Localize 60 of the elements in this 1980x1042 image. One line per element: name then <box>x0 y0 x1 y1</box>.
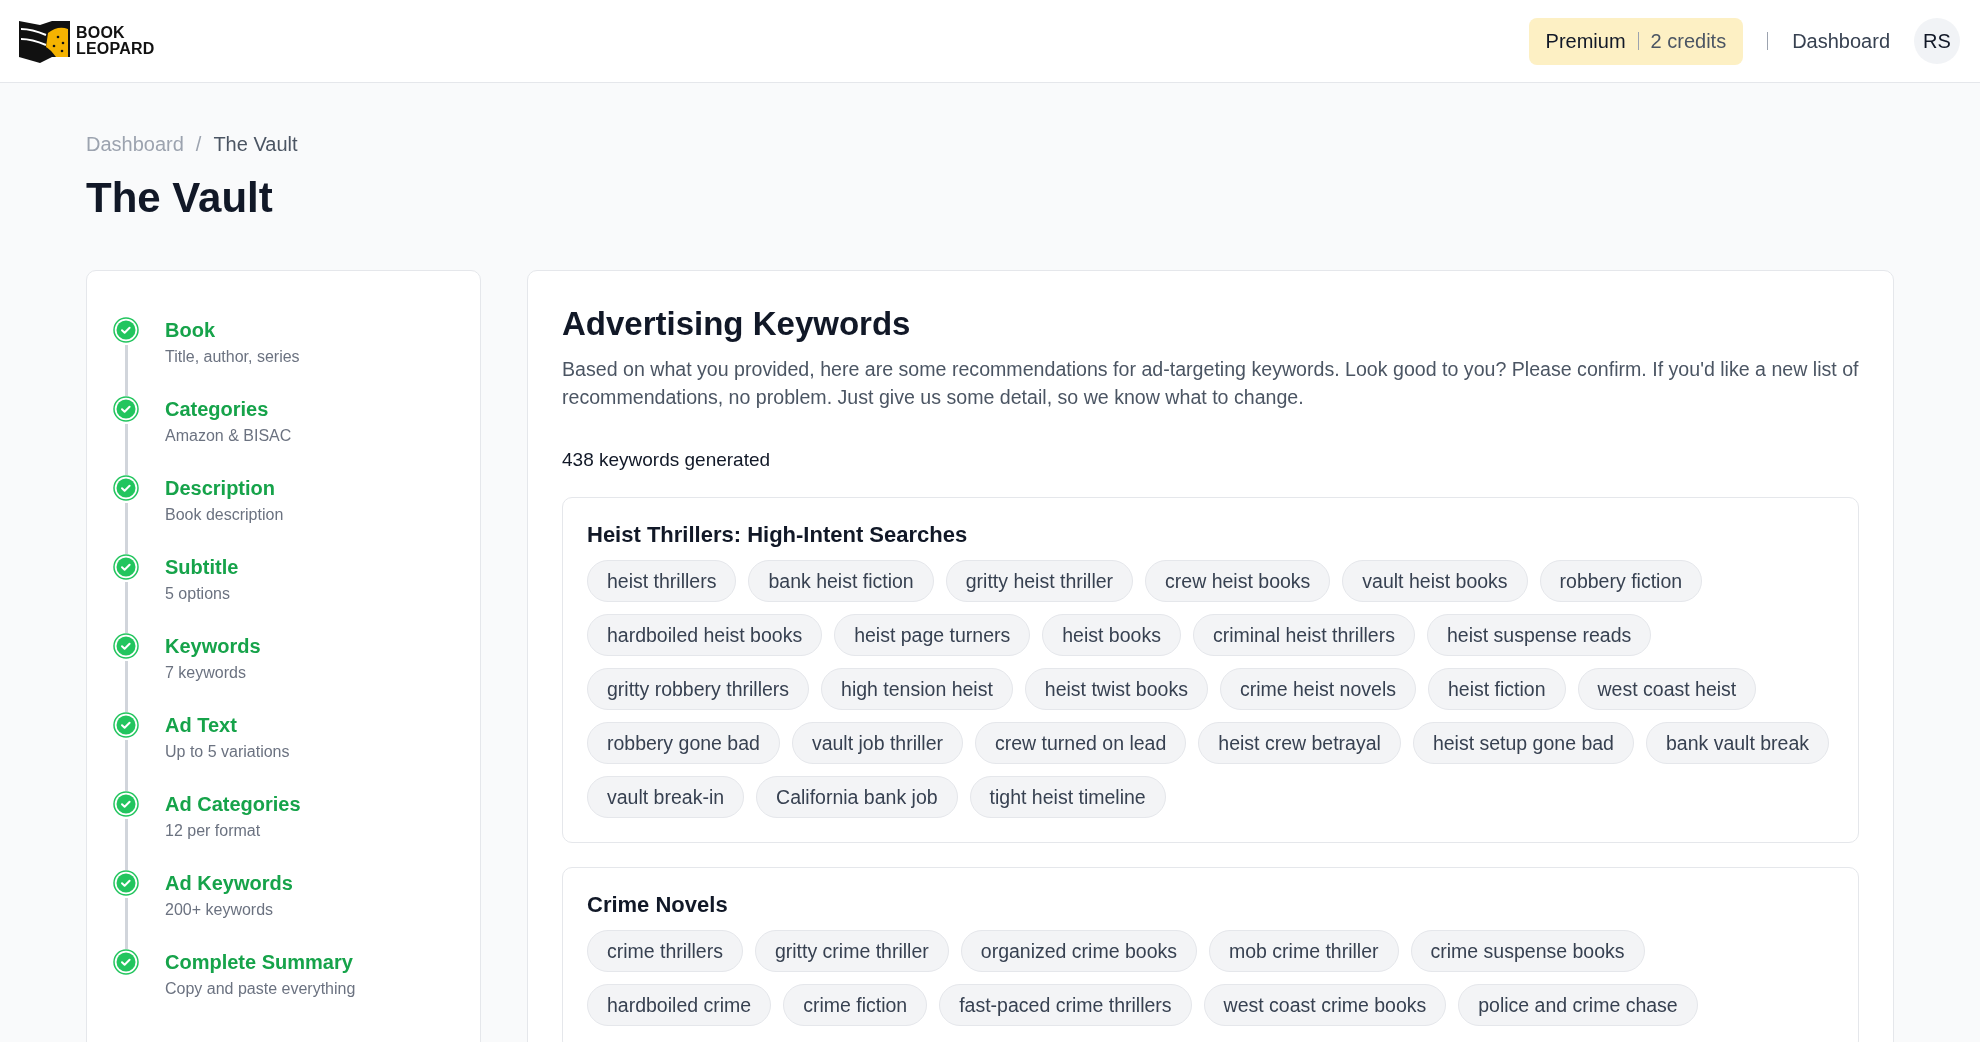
keyword-chip[interactable]: gritty crime thriller <box>754 930 949 972</box>
keyword-chip[interactable]: heist suspense reads <box>1426 614 1652 656</box>
keyword-count: 438 keywords generated <box>562 449 772 471</box>
breadcrumb-link[interactable]: The Vault <box>213 133 298 156</box>
keyword-chip[interactable]: gritty robbery thrillers <box>587 668 810 710</box>
keyword-chip[interactable]: heist page turners <box>834 614 1031 656</box>
breadcrumb-separator: / <box>195 133 202 156</box>
keyword-chip[interactable]: robbery gone bad <box>587 722 780 764</box>
keyword-chip[interactable]: heist twist books <box>1024 668 1208 710</box>
step-subtitle: Amazon & BISAC <box>165 427 292 445</box>
user-avatar[interactable]: RS <box>1914 18 1960 64</box>
step-subtitle: Copy and paste everything <box>165 980 356 998</box>
keyword-chip[interactable]: hardboiled heist books <box>587 614 823 656</box>
book-leopard-logo-icon <box>18 19 70 63</box>
section-title: Advertising Keywords <box>562 305 912 343</box>
keyword-chip[interactable]: crew heist books <box>1145 560 1331 602</box>
keyword-chip[interactable]: heist thrillers <box>587 560 737 602</box>
keyword-chip[interactable]: crime suspense books <box>1410 930 1645 972</box>
keyword-chip[interactable]: fast-paced crime thrillers <box>939 984 1192 1026</box>
dashboard-link[interactable]: Dashboard <box>1792 29 1890 53</box>
step-subtitle: 7 keywords <box>165 664 247 682</box>
keyword-chip[interactable]: west coast heist <box>1577 668 1757 710</box>
page-title: The Vault <box>86 174 274 222</box>
step-subtitle: 12 per format <box>165 822 262 840</box>
keyword-chip[interactable]: robbery fiction <box>1539 560 1703 602</box>
keyword-chip[interactable]: crime heist novels <box>1219 668 1416 710</box>
keyword-chip[interactable]: heist fiction <box>1427 668 1566 710</box>
keyword-chip[interactable]: vault job thriller <box>791 722 963 764</box>
keyword-chip[interactable]: California bank job <box>756 776 958 818</box>
keyword-chip[interactable]: tight heist timeline <box>969 776 1166 818</box>
credits-count: 2 credits <box>1650 29 1727 53</box>
logo-text: LEOPARD <box>76 41 155 57</box>
step-subtitle: Book description <box>165 506 284 524</box>
keyword-chip[interactable]: heist setup gone bad <box>1412 722 1634 764</box>
keyword-chip[interactable]: hardboiled crime <box>587 984 772 1026</box>
keyword-chip[interactable]: bank heist fiction <box>748 560 934 602</box>
keyword-chip[interactable]: heist crew betrayal <box>1198 722 1401 764</box>
group-title: Crime Novels <box>587 892 729 918</box>
keyword-chip[interactable]: criminal heist thrillers <box>1192 614 1415 656</box>
keyword-chip[interactable]: organized crime books <box>960 930 1197 972</box>
keyword-chip[interactable]: high tension heist <box>821 668 1013 710</box>
step-subtitle: 200+ keywords <box>165 901 275 919</box>
step-subtitle: Title, author, series <box>165 348 300 366</box>
keyword-chip[interactable]: heist books <box>1042 614 1181 656</box>
plan-name: Premium <box>1545 29 1626 53</box>
keyword-chip[interactable]: west coast crime books <box>1203 984 1447 1026</box>
keyword-chip[interactable]: gritty heist thriller <box>945 560 1134 602</box>
keyword-chip[interactable]: vault heist books <box>1342 560 1528 602</box>
keyword-chip[interactable]: vault break-in <box>587 776 745 818</box>
step-subtitle: 5 options <box>165 585 231 603</box>
keyword-chip[interactable]: crime fiction <box>783 984 928 1026</box>
keyword-chip[interactable]: mob crime thriller <box>1209 930 1399 972</box>
group-title: Heist Thrillers: High-Intent Searches <box>587 522 969 548</box>
logo-text: BOOK <box>76 25 126 41</box>
keyword-chip[interactable]: police and crime chase <box>1458 984 1698 1026</box>
keyword-chip[interactable]: crew turned on lead <box>975 722 1187 764</box>
section-description: Based on what you provided, here are some recommendations for ad-targeting keywords. Look good to you? Please confirm. If you'd like a new list of recommendations, no problem. Just give us some detail, so we know what to change. <box>562 357 1859 410</box>
step-subtitle: Up to 5 variations <box>165 743 290 761</box>
keyword-chip[interactable]: bank vault break <box>1645 722 1830 764</box>
keyword-chip[interactable]: crime thrillers <box>587 930 743 972</box>
